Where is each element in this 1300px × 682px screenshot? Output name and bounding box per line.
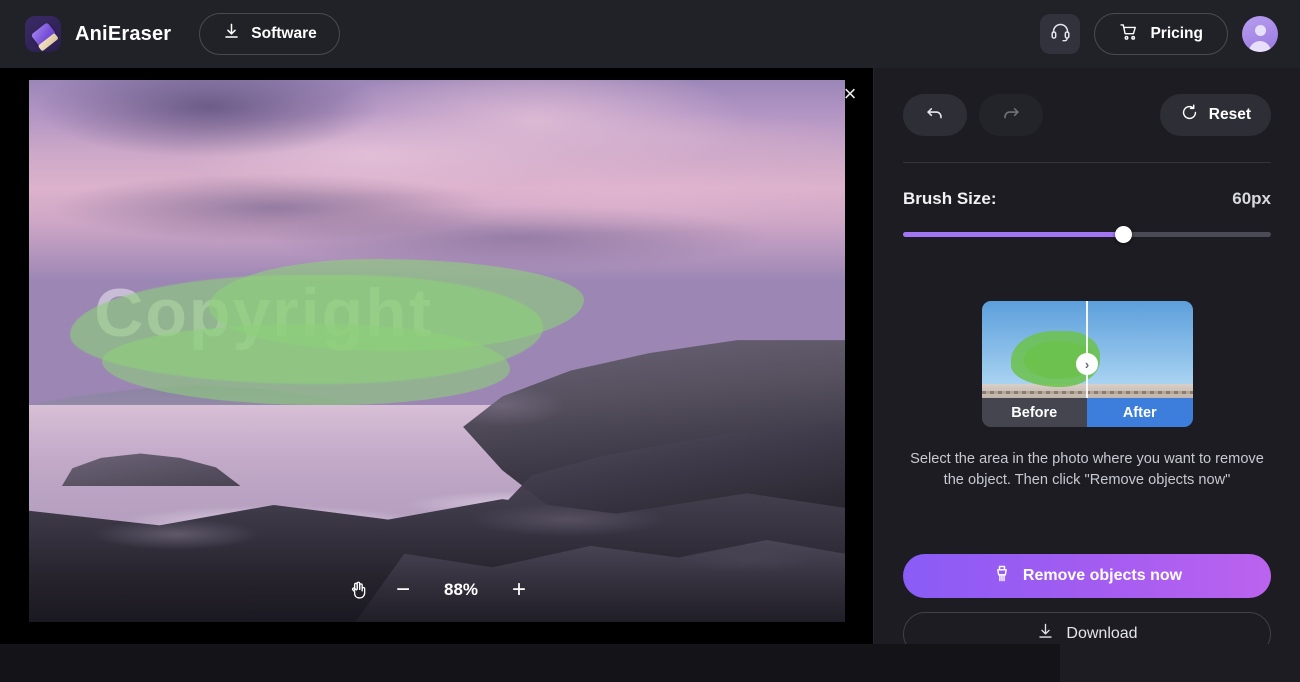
brush-clean-icon (992, 564, 1012, 589)
pricing-button[interactable]: Pricing (1094, 13, 1228, 55)
footer-strip-right (1060, 644, 1300, 682)
preview-before-label: Before (981, 398, 1087, 427)
redo-icon (1000, 102, 1022, 129)
before-after-preview[interactable]: › Before After (981, 301, 1193, 427)
software-button[interactable]: Software (199, 13, 340, 55)
header-actions: Pricing (1040, 13, 1278, 55)
cart-icon (1119, 22, 1139, 47)
download-icon (1036, 622, 1055, 646)
reset-label: Reset (1208, 106, 1251, 123)
zoom-out-button[interactable]: − (396, 578, 410, 602)
support-button[interactable] (1040, 14, 1081, 54)
slider-fill (903, 232, 1124, 237)
slider-thumb[interactable] (1115, 226, 1133, 243)
brush-size-row: Brush Size: 60px (903, 189, 1271, 209)
brush-size-label: Brush Size: (903, 189, 997, 208)
panel-actions: Remove objects now Download (903, 554, 1271, 656)
close-icon[interactable]: × (838, 82, 862, 106)
download-icon (222, 22, 241, 46)
brand-name: AniEraser (75, 22, 172, 45)
photo-image[interactable]: Copyright − 88% + (29, 80, 845, 622)
instruction-text: Select the area in the photo where you w… (910, 451, 1264, 489)
hand-icon[interactable] (348, 579, 368, 601)
preview-labels: Before After (981, 398, 1193, 427)
remove-objects-button[interactable]: Remove objects now (903, 554, 1271, 598)
reset-button[interactable]: Reset (1159, 94, 1271, 136)
app-header: AniEraser Software Pricing (0, 0, 1300, 68)
brush-size-value: 60px (1232, 189, 1271, 208)
preview-after-label: After (1087, 398, 1193, 427)
tools-panel: Reset Brush Size: 60px › Before After Se… (873, 68, 1300, 682)
brand[interactable]: AniEraser (25, 16, 171, 52)
history-controls: Reset (903, 68, 1271, 136)
panel-divider (903, 162, 1271, 163)
undo-button[interactable] (903, 94, 967, 136)
eraser-icon (25, 16, 61, 52)
aniaeraser-app: AniEraser Software Pricing − 88% + × Res… (0, 0, 1300, 682)
zoom-in-button[interactable]: + (512, 578, 526, 602)
avatar[interactable] (1242, 16, 1278, 52)
download-label: Download (1066, 625, 1138, 642)
footer-strip (0, 644, 1060, 682)
pricing-label: Pricing (1150, 25, 1203, 42)
editor-canvas[interactable]: Copyright − 88% + (0, 68, 873, 644)
remove-objects-label: Remove objects now (1022, 567, 1183, 584)
redo-button[interactable] (979, 94, 1043, 136)
chevron-right-icon[interactable]: › (1076, 353, 1098, 375)
zoom-level-label: 88% (443, 580, 479, 599)
headset-icon (1050, 21, 1071, 47)
refresh-icon (1180, 103, 1199, 127)
software-label: Software (251, 25, 317, 42)
undo-icon (924, 102, 946, 129)
zoom-controls: − 88% + (348, 578, 526, 602)
brush-size-slider[interactable] (903, 226, 1271, 243)
